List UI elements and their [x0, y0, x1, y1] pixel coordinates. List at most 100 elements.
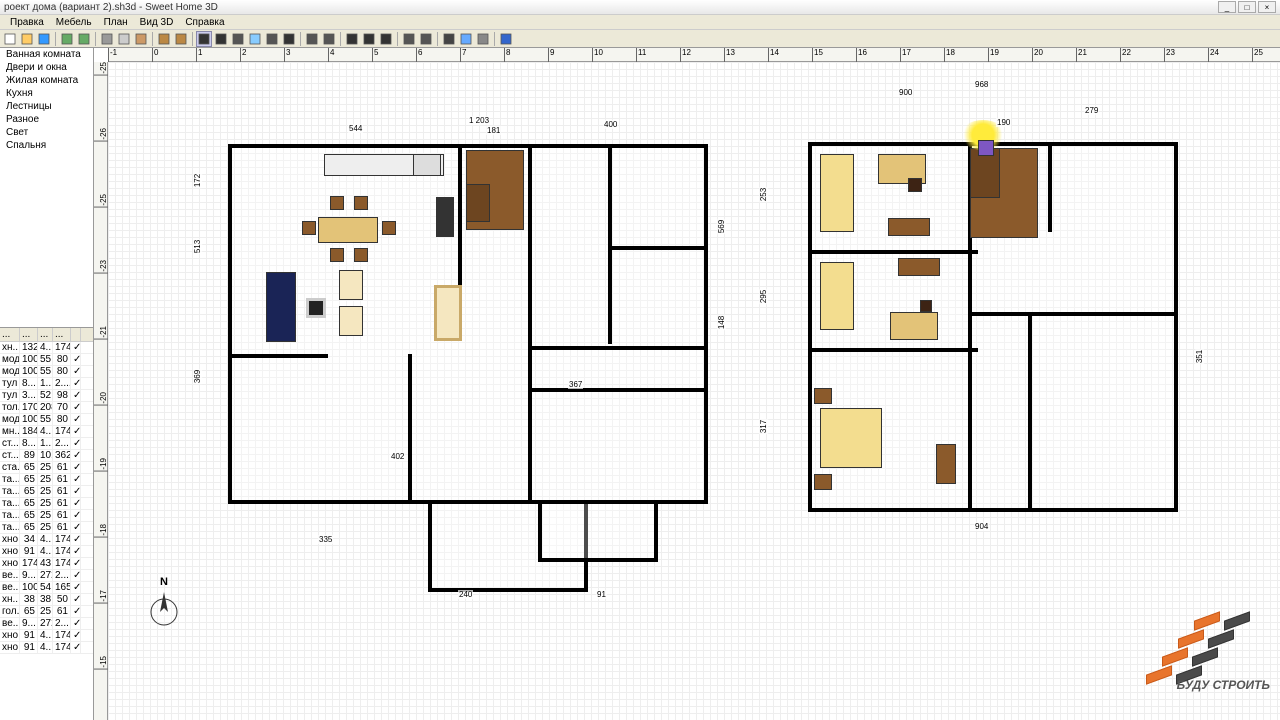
furniture-dresser[interactable] — [814, 474, 832, 490]
furniture-row[interactable]: ве...9...2722...✓ — [0, 618, 93, 630]
catalog-item[interactable]: Жилая комната — [0, 74, 93, 87]
furniture-table[interactable] — [318, 217, 378, 243]
room-tool-button[interactable] — [247, 31, 263, 47]
zoom-out-button[interactable] — [418, 31, 434, 47]
furniture-armchair[interactable] — [339, 270, 363, 300]
furniture-chair[interactable] — [908, 178, 922, 192]
furniture-tv[interactable] — [306, 298, 326, 318]
compass-icon[interactable]: N — [150, 576, 178, 628]
text-tool-button[interactable] — [281, 31, 297, 47]
minimize-button[interactable]: _ — [1218, 1, 1236, 13]
catalog-item[interactable]: Свет — [0, 126, 93, 139]
text-size-button[interactable] — [344, 31, 360, 47]
furniture-row[interactable]: гол...652561✓ — [0, 606, 93, 618]
furniture-row[interactable]: тол...17020870✓ — [0, 402, 93, 414]
pan-tool-button[interactable] — [213, 31, 229, 47]
catalog-item[interactable]: Двери и окна — [0, 61, 93, 74]
furniture-row[interactable]: ста...652561✓ — [0, 462, 93, 474]
furniture-catalog[interactable]: Ванная комнатаДвери и окнаЖилая комнатаК… — [0, 48, 93, 328]
catalog-item[interactable]: Лестницы — [0, 100, 93, 113]
furniture-desk[interactable] — [890, 312, 938, 340]
undo-button[interactable] — [59, 31, 75, 47]
furniture-cook[interactable] — [413, 154, 441, 176]
text-italic-button[interactable] — [378, 31, 394, 47]
furniture-row[interactable]: тул8...1...2....✓ — [0, 378, 93, 390]
redo-button[interactable] — [76, 31, 92, 47]
new-file-button[interactable] — [2, 31, 18, 47]
paste-button[interactable] — [133, 31, 149, 47]
maximize-button[interactable]: □ — [1238, 1, 1256, 13]
column-header[interactable]: ... — [0, 328, 20, 341]
furniture-bed[interactable] — [820, 154, 854, 232]
select-tool-button[interactable] — [196, 31, 212, 47]
furniture-chair[interactable] — [330, 196, 344, 210]
furniture-row[interactable]: хн...1324...174✓ — [0, 342, 93, 354]
plan-canvas[interactable]: 544 1 203 181 400 172 513 369 402 335 24… — [108, 62, 1280, 720]
menu-Справка[interactable]: Справка — [179, 17, 230, 28]
camera-button[interactable] — [441, 31, 457, 47]
furniture-armchair[interactable] — [339, 306, 363, 336]
furniture-row[interactable]: ст...89101362✓ — [0, 450, 93, 462]
furniture-chair[interactable] — [920, 300, 932, 312]
furniture-wardrobe[interactable] — [936, 444, 956, 484]
save-file-button[interactable] — [36, 31, 52, 47]
furniture-row[interactable]: ст...8...1...2...✓ — [0, 438, 93, 450]
furniture-chair[interactable] — [330, 248, 344, 262]
photo-button[interactable] — [458, 31, 474, 47]
furniture-row[interactable]: мн...1844...174✓ — [0, 426, 93, 438]
furniture-row[interactable]: та...652561✓ — [0, 474, 93, 486]
menu-Правка[interactable]: Правка — [4, 17, 50, 28]
column-header[interactable]: ... — [20, 328, 38, 341]
furniture-dresser[interactable] — [898, 258, 940, 276]
furniture-row[interactable]: мод1005580✓ — [0, 414, 93, 426]
furniture-row[interactable]: тул3...5298✓ — [0, 390, 93, 402]
furniture-sofa[interactable] — [266, 272, 296, 342]
furniture-row[interactable]: ве...9...2722...✓ — [0, 570, 93, 582]
furniture-chair[interactable] — [354, 248, 368, 262]
furniture-chair[interactable] — [302, 221, 316, 235]
copy-button[interactable] — [116, 31, 132, 47]
furniture-row[interactable]: мод1005580✓ — [0, 354, 93, 366]
furniture-row[interactable]: хно344...174✓ — [0, 534, 93, 546]
open-file-button[interactable] — [19, 31, 35, 47]
furniture-dresser[interactable] — [466, 184, 490, 222]
furniture-wardrobe[interactable] — [434, 285, 462, 341]
plan-view[interactable]: -101234567891011121314151617181920212223… — [94, 48, 1280, 720]
settings-button[interactable] — [475, 31, 491, 47]
catalog-item[interactable]: Спальня — [0, 139, 93, 152]
cut-button[interactable] — [99, 31, 115, 47]
furniture-row[interactable]: мод1005580✓ — [0, 366, 93, 378]
menu-Мебель[interactable]: Мебель — [50, 17, 98, 28]
furniture-row[interactable]: хно914...174✓ — [0, 642, 93, 654]
zoom-in-button[interactable] — [401, 31, 417, 47]
furniture-list[interactable]: ............ хн...1324...174✓мод1005580✓… — [0, 328, 93, 720]
furniture-bed[interactable] — [820, 262, 854, 330]
furniture-row[interactable]: та...652561✓ — [0, 522, 93, 534]
close-button[interactable]: × — [1258, 1, 1276, 13]
furniture-row[interactable]: ве...10054165✓ — [0, 582, 93, 594]
furniture-row[interactable]: хн...383850✓ — [0, 594, 93, 606]
catalog-item[interactable]: Кухня — [0, 87, 93, 100]
furniture-row[interactable]: та...652561✓ — [0, 498, 93, 510]
dim-tool-button[interactable] — [264, 31, 280, 47]
furniture-fridge[interactable] — [436, 197, 454, 237]
ccw-button[interactable] — [321, 31, 337, 47]
furniture-import-button[interactable] — [173, 31, 189, 47]
furniture-row[interactable]: та...652561✓ — [0, 486, 93, 498]
furniture-dresser[interactable] — [888, 218, 930, 236]
column-header[interactable]: ... — [53, 328, 71, 341]
text-bold-button[interactable] — [361, 31, 377, 47]
furniture-row[interactable]: хно914...174✓ — [0, 546, 93, 558]
furniture-row[interactable]: хно17443174✓ — [0, 558, 93, 570]
menu-План[interactable]: План — [98, 17, 134, 28]
furniture-dresser[interactable] — [814, 388, 832, 404]
furniture-row[interactable]: хно914...174✓ — [0, 630, 93, 642]
catalog-item[interactable]: Разное — [0, 113, 93, 126]
menu-Вид 3D[interactable]: Вид 3D — [134, 17, 180, 28]
furniture-chair[interactable] — [382, 221, 396, 235]
wall-tool-button[interactable] — [230, 31, 246, 47]
column-header[interactable]: ... — [38, 328, 53, 341]
help-button[interactable] — [498, 31, 514, 47]
furniture-chair[interactable] — [354, 196, 368, 210]
furniture-add-button[interactable] — [156, 31, 172, 47]
